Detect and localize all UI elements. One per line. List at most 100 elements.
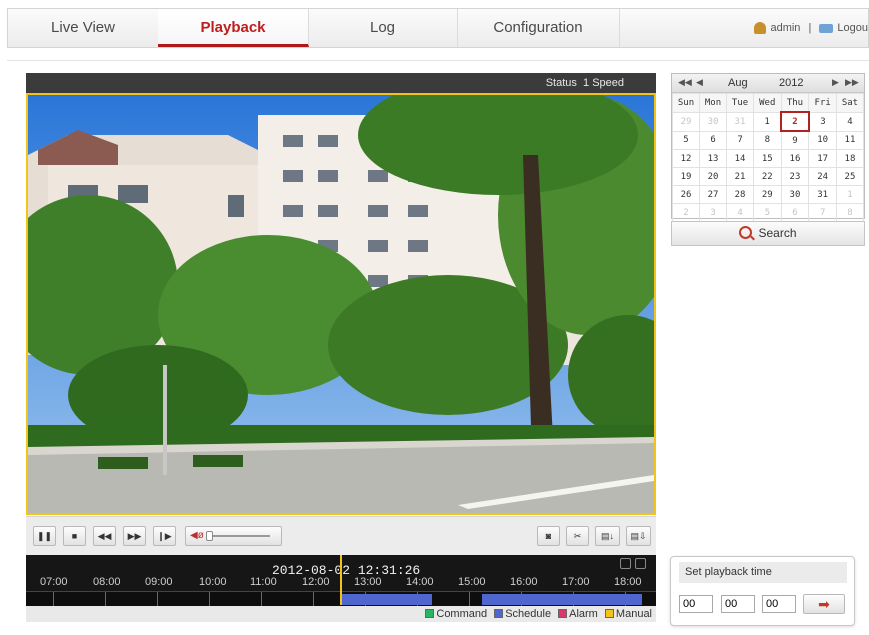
calendar-day[interactable]: 24 — [808, 167, 837, 186]
pause-button[interactable]: ❚❚ — [33, 526, 56, 546]
calendar-day[interactable]: 26 — [671, 185, 701, 204]
username: admin — [770, 22, 801, 34]
calendar-day[interactable]: 31 — [726, 111, 755, 132]
calendar-day[interactable]: 6 — [699, 130, 728, 150]
logout-link[interactable]: Logou — [837, 22, 868, 34]
zoom-out-icon[interactable] — [620, 558, 631, 569]
calendar-day[interactable]: 31 — [808, 185, 837, 204]
weekday-label: Sat — [835, 93, 865, 113]
fast-forward-button[interactable]: ▶▶ — [123, 526, 146, 546]
timeline-cursor[interactable] — [340, 555, 342, 605]
prev-year-icon[interactable]: ◀◀ — [678, 77, 692, 88]
calendar: ◀◀ ◀ Aug 2012 ▶ ▶▶ Sun Mon Tue Wed Thu F… — [671, 73, 865, 222]
next-year-icon[interactable]: ▶▶ — [845, 77, 859, 88]
second-input[interactable] — [762, 595, 796, 613]
next-month-icon[interactable]: ▶ — [832, 77, 839, 88]
calendar-week: 12 13 14 15 16 17 18 — [671, 149, 865, 168]
minute-input[interactable] — [721, 595, 755, 613]
download-icon[interactable]: ▤↓ — [595, 526, 620, 546]
calendar-day[interactable]: 15 — [753, 149, 782, 168]
prev-month-icon[interactable]: ◀ — [696, 77, 703, 88]
playback-time-title: Set playback time — [679, 562, 847, 583]
calendar-week: 2 3 4 5 6 7 8 — [671, 203, 865, 222]
calendar-day[interactable]: 23 — [780, 167, 810, 186]
calendar-day[interactable]: 7 — [808, 203, 837, 222]
tab-playback[interactable]: Playback — [158, 9, 309, 47]
hour-input[interactable] — [679, 595, 713, 613]
schedule-record-segment — [340, 594, 432, 605]
video-playback-window[interactable] — [26, 93, 656, 515]
tab-live-view[interactable]: Live View — [8, 9, 159, 47]
calendar-day[interactable]: 19 — [671, 167, 701, 186]
calendar-day[interactable]: 13 — [699, 149, 728, 168]
calendar-day[interactable]: 5 — [753, 203, 782, 222]
current-datetime: 2012-08-02 12:31:26 — [272, 563, 421, 578]
timeline-tick — [521, 592, 522, 606]
single-frame-button[interactable]: ❙▶ — [153, 526, 176, 546]
weekday-label: Tue — [726, 93, 755, 113]
calendar-day[interactable]: 2 — [671, 203, 701, 222]
volume-control[interactable]: ◀ø — [185, 526, 282, 546]
zoom-in-icon[interactable] — [635, 558, 646, 569]
tab-log[interactable]: Log — [308, 9, 458, 47]
calendar-day[interactable]: 1 — [835, 185, 865, 204]
download-by-file-icon[interactable]: ▤⇩ — [626, 526, 651, 546]
calendar-year[interactable]: 2012 — [779, 77, 803, 89]
calendar-day[interactable]: 5 — [671, 130, 701, 150]
calendar-day[interactable]: 12 — [671, 149, 701, 168]
calendar-day[interactable]: 10 — [808, 130, 837, 150]
hour-label: 13:00 — [354, 576, 382, 588]
timeline-tick — [53, 592, 54, 606]
logout-icon[interactable] — [819, 23, 834, 33]
calendar-day[interactable]: 3 — [808, 111, 837, 132]
search-button[interactable]: Search — [671, 221, 865, 246]
weekday-label: Mon — [699, 93, 728, 113]
weekday-row: Sun Mon Tue Wed Thu Fri Sat — [671, 93, 865, 113]
calendar-day[interactable]: 25 — [835, 167, 865, 186]
calendar-day[interactable]: 30 — [780, 185, 810, 204]
hour-label: 18:00 — [614, 576, 642, 588]
go-arrow-button[interactable]: ➡ — [803, 594, 845, 614]
legend-label: Schedule — [505, 608, 552, 620]
calendar-day[interactable]: 1 — [753, 111, 782, 132]
capture-icon[interactable]: ◙ — [537, 526, 560, 546]
video-frame-image — [28, 95, 654, 513]
volume-track[interactable] — [210, 535, 270, 537]
calendar-day[interactable]: 20 — [699, 167, 728, 186]
calendar-week: 5 6 7 8 9 10 11 — [671, 130, 865, 150]
slow-forward-button[interactable]: ◀◀ — [93, 526, 116, 546]
calendar-day[interactable]: 28 — [726, 185, 755, 204]
calendar-day[interactable]: 11 — [835, 130, 865, 150]
calendar-day[interactable]: 7 — [726, 130, 755, 150]
calendar-day-selected[interactable]: 2 — [780, 111, 810, 132]
calendar-month[interactable]: Aug — [728, 77, 748, 89]
calendar-day[interactable]: 29 — [753, 185, 782, 204]
calendar-day[interactable]: 8 — [835, 203, 865, 222]
clip-scissors-icon[interactable]: ✂ — [566, 526, 589, 546]
calendar-day[interactable]: 29 — [671, 111, 701, 132]
calendar-day[interactable]: 22 — [753, 167, 782, 186]
calendar-day[interactable]: 21 — [726, 167, 755, 186]
calendar-day[interactable]: 17 — [808, 149, 837, 168]
stop-button[interactable]: ■ — [63, 526, 86, 546]
calendar-day[interactable]: 16 — [780, 149, 810, 168]
tab-configuration[interactable]: Configuration — [457, 9, 620, 47]
calendar-day[interactable]: 30 — [699, 111, 728, 132]
calendar-day[interactable]: 9 — [780, 130, 810, 150]
weekday-label: Thu — [780, 93, 810, 113]
calendar-day[interactable]: 3 — [699, 203, 728, 222]
legend-schedule: Schedule — [494, 606, 551, 622]
legend-manual: Manual — [604, 606, 652, 622]
volume-slider-handle[interactable] — [206, 531, 213, 541]
timeline-tick — [157, 592, 158, 606]
hour-label: 14:00 — [406, 576, 434, 588]
calendar-day[interactable]: 4 — [835, 111, 865, 132]
calendar-day[interactable]: 6 — [780, 203, 810, 222]
calendar-day[interactable]: 14 — [726, 149, 755, 168]
calendar-day[interactable]: 8 — [753, 130, 782, 150]
calendar-day[interactable]: 18 — [835, 149, 865, 168]
legend-swatch — [425, 609, 435, 618]
speaker-muted-icon[interactable]: ◀ø — [190, 530, 204, 541]
calendar-day[interactable]: 27 — [699, 185, 728, 204]
calendar-day[interactable]: 4 — [726, 203, 755, 222]
